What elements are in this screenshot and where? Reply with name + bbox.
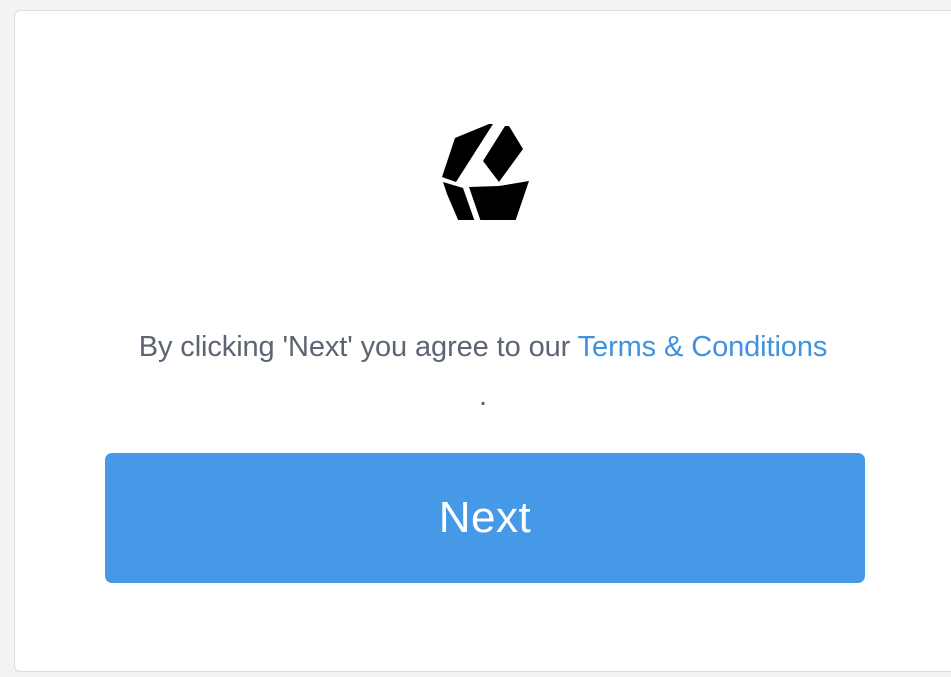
hexagon-stripes-logo-icon bbox=[442, 124, 529, 220]
next-button[interactable]: Next bbox=[105, 453, 865, 583]
terms-conditions-link[interactable]: Terms & Conditions bbox=[578, 331, 828, 363]
consent-prefix: By clicking 'Next' you agree to our bbox=[138, 331, 578, 363]
terms-consent-text: By clicking 'Next' you agree to our Term… bbox=[15, 327, 951, 411]
agreement-card: By clicking 'Next' you agree to our Term… bbox=[14, 10, 951, 672]
consent-suffix: . bbox=[479, 380, 487, 412]
